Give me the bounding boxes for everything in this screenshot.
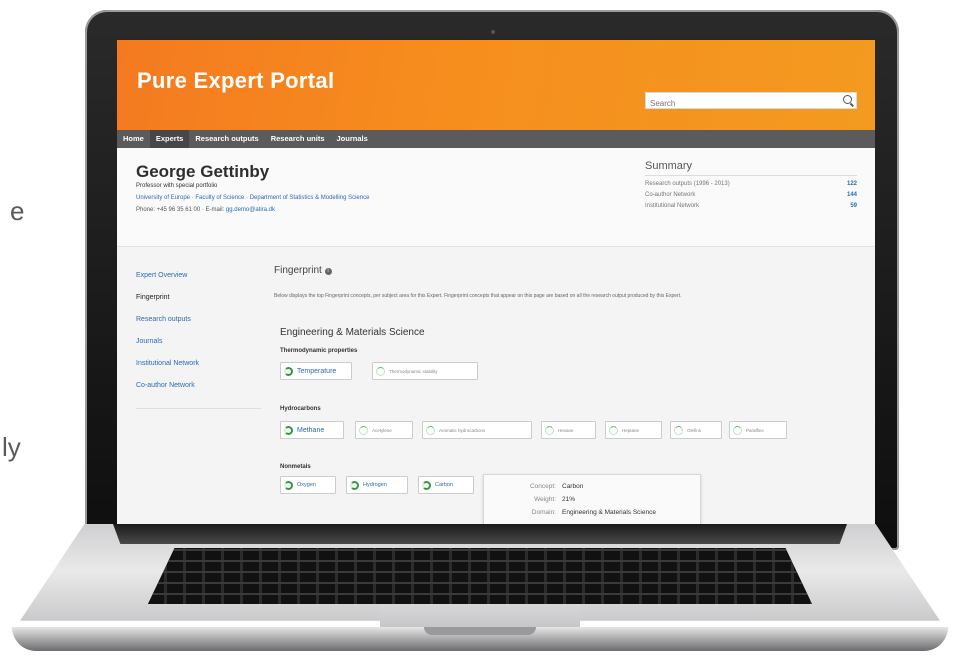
laptop-screen: Pure Expert Portal Home Experts Research… bbox=[117, 40, 875, 524]
fingerprint-description: Below displays the top Fingerprint conce… bbox=[274, 293, 682, 299]
concept-chip[interactable]: Olefins bbox=[670, 421, 722, 439]
info-icon[interactable]: i bbox=[324, 268, 332, 275]
nav-journals[interactable]: Journals bbox=[331, 130, 374, 148]
profile-header: George Gettinby Professor with special p… bbox=[117, 148, 875, 247]
summary-count[interactable]: 144 bbox=[847, 190, 857, 201]
concept-weight-icon bbox=[733, 425, 742, 435]
concept-weight-icon bbox=[376, 366, 385, 376]
expert-affiliation[interactable]: University of Europe · Faculty of Scienc… bbox=[136, 195, 369, 201]
concept-label: Hexane bbox=[558, 427, 574, 433]
concept-weight-icon bbox=[284, 425, 293, 435]
nav-home[interactable]: Home bbox=[117, 130, 150, 148]
tooltip-value: 21% bbox=[562, 496, 576, 503]
concept-chip[interactable]: Heptane bbox=[605, 421, 662, 439]
leftnav-research-outputs[interactable]: Research outputs bbox=[136, 314, 261, 336]
leftnav-divider bbox=[136, 408, 261, 409]
concept-label: Olefins bbox=[687, 427, 702, 433]
concept-label: Oxygen bbox=[297, 482, 316, 488]
concept-chip[interactable]: Aromatic hydrocarbons bbox=[422, 421, 532, 439]
group-title: Hydrocarbons bbox=[280, 406, 321, 412]
concept-weight-icon bbox=[609, 425, 618, 435]
concept-label: Methane bbox=[297, 426, 325, 434]
leftnav-expert-overview[interactable]: Expert Overview bbox=[136, 270, 261, 292]
group-title: Thermodynamic properties bbox=[280, 348, 358, 354]
tooltip-value: Carbon bbox=[562, 483, 584, 490]
trackpad bbox=[380, 604, 580, 628]
tooltip-value: Engineering & Materials Science bbox=[562, 509, 656, 516]
concept-chip[interactable]: Hexane bbox=[541, 421, 596, 439]
concept-chip[interactable]: Methane bbox=[280, 421, 344, 439]
concept-weight-icon bbox=[422, 480, 431, 490]
summary-row[interactable]: Research outputs (1996 - 2013) 122 bbox=[645, 179, 857, 190]
camera-icon bbox=[491, 30, 495, 34]
concept-chip[interactable]: Thermodynamic stability bbox=[372, 362, 478, 380]
search-icon[interactable] bbox=[843, 95, 852, 104]
concept-chip[interactable]: Carbon bbox=[418, 476, 474, 494]
tooltip-label: Weight: bbox=[534, 496, 556, 503]
concept-label: Thermodynamic stability bbox=[389, 368, 438, 374]
concept-label: Paraffins bbox=[746, 427, 764, 433]
side-text-fragment: ly bbox=[2, 432, 21, 462]
concept-weight-icon bbox=[359, 425, 368, 435]
summary-panel: Summary Research outputs (1996 - 2013) 1… bbox=[645, 160, 857, 212]
summary-label: Co-author Network bbox=[645, 192, 696, 198]
concept-weight-icon bbox=[426, 425, 435, 435]
concept-label: Acetylene bbox=[372, 427, 392, 433]
search-box[interactable] bbox=[645, 92, 857, 111]
concept-weight-icon bbox=[284, 366, 293, 376]
concept-chip[interactable]: Hydrogen bbox=[346, 476, 408, 494]
leftnav-co-author-network[interactable]: Co-author Network bbox=[136, 380, 261, 402]
left-nav: Expert Overview Fingerprint Research out… bbox=[136, 270, 261, 402]
tooltip-label: Domain: bbox=[531, 509, 556, 516]
concept-label: Heptane bbox=[622, 427, 640, 433]
expert-contact: Phone: +45 96 35 61 00 · E-mail: gg.demo… bbox=[136, 207, 275, 213]
nav-experts[interactable]: Experts bbox=[149, 130, 190, 148]
concept-chip[interactable]: Paraffins bbox=[729, 421, 787, 439]
nav-research-units[interactable]: Research units bbox=[265, 130, 331, 148]
concept-label: Temperature bbox=[297, 367, 337, 375]
concept-tooltip: Concept: Carbon Weight: 21% Domain: Engi… bbox=[483, 474, 701, 524]
main-nav: Home Experts Research outputs Research u… bbox=[117, 130, 875, 148]
expert-role: Professor with special portfolio bbox=[136, 183, 218, 189]
leftnav-institutional-network[interactable]: Institutional Network bbox=[136, 358, 261, 380]
summary-row[interactable]: Co-author Network 144 bbox=[645, 190, 857, 201]
nav-research-outputs[interactable]: Research outputs bbox=[189, 130, 264, 148]
summary-row[interactable]: Institutional Network 59 bbox=[645, 201, 857, 212]
leftnav-fingerprint[interactable]: Fingerprint bbox=[136, 292, 261, 314]
leftnav-journals[interactable]: Journals bbox=[136, 336, 261, 358]
summary-label: Research outputs (1996 - 2013) bbox=[645, 181, 730, 187]
tooltip-label: Concept: bbox=[529, 483, 556, 490]
fingerprint-title-text: Fingerprint bbox=[274, 265, 322, 276]
concept-weight-icon bbox=[284, 480, 293, 490]
portal-title[interactable]: Pure Expert Portal bbox=[137, 68, 334, 94]
search-input[interactable] bbox=[646, 96, 842, 111]
concept-label: Carbon bbox=[435, 482, 454, 488]
fingerprint-title: Fingerprint i bbox=[274, 265, 332, 276]
phone-text: Phone: +45 96 35 61 00 · E-mail: bbox=[136, 207, 226, 213]
concept-chip[interactable]: Oxygen bbox=[280, 476, 336, 494]
concept-weight-icon bbox=[350, 480, 359, 490]
concept-chip[interactable]: Acetylene bbox=[355, 421, 413, 439]
laptop-notch bbox=[424, 627, 536, 635]
summary-count[interactable]: 59 bbox=[850, 201, 857, 212]
domain-title: Engineering & Materials Science bbox=[280, 327, 425, 338]
group-title: Nonmetals bbox=[280, 464, 311, 470]
email-link[interactable]: gg.demo@atira.dk bbox=[226, 207, 275, 213]
summary-title: Summary bbox=[645, 160, 857, 176]
expert-name: George Gettinby bbox=[136, 162, 270, 181]
summary-label: Institutional Network bbox=[645, 203, 700, 209]
concept-chip[interactable]: Temperature bbox=[280, 362, 352, 380]
concept-weight-icon bbox=[674, 425, 683, 435]
concept-label: Hydrogen bbox=[363, 482, 387, 488]
concept-label: Aromatic hydrocarbons bbox=[439, 427, 486, 433]
concept-weight-icon bbox=[545, 425, 554, 435]
keyboard-rows bbox=[148, 548, 812, 604]
laptop-hinge bbox=[113, 524, 847, 544]
portal-header: Pure Expert Portal bbox=[117, 40, 875, 130]
summary-count[interactable]: 122 bbox=[847, 179, 857, 190]
side-text-fragment: e bbox=[10, 196, 25, 226]
